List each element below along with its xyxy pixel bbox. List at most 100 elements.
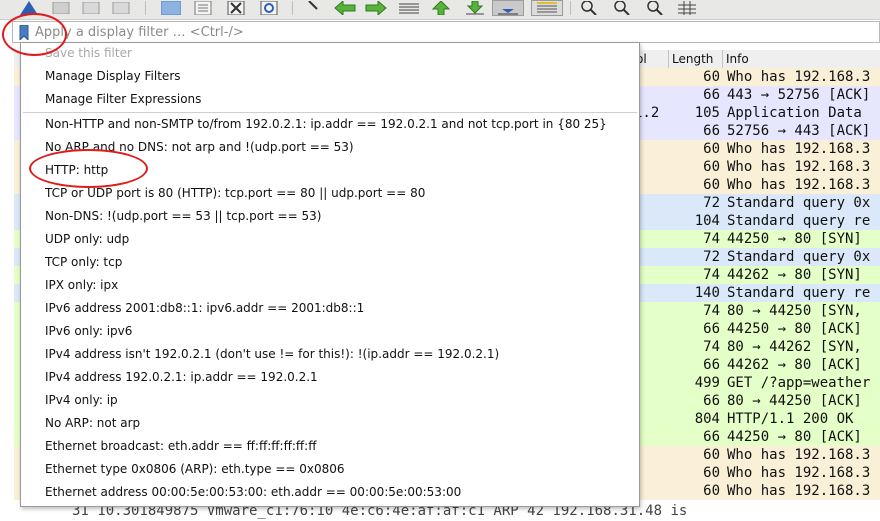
go-back-icon[interactable]	[333, 0, 357, 16]
packet-length: 60	[703, 141, 720, 157]
saved-filter-menu-item[interactable]: Non-DNS: !(udp.port == 53 || tcp.port ==…	[45, 205, 321, 228]
packet-info: 44262 → 80 [ACK]	[727, 357, 862, 373]
manage-display-filters-menu-item[interactable]: Manage Display Filters	[45, 65, 181, 88]
go-to-first-packet-icon[interactable]	[430, 0, 452, 16]
restart-capture-icon[interactable]	[80, 0, 102, 16]
packet-length: 74	[703, 231, 720, 247]
packet-length: 105	[694, 105, 720, 121]
packet-info: 44250 → 80 [ACK]	[727, 429, 862, 445]
packet-info: Who has 192.168.3	[727, 141, 871, 157]
packet-length: 72	[703, 195, 720, 211]
packet-info: Who has 192.168.3	[727, 447, 871, 463]
saved-filter-menu-item[interactable]: IPv6 only: ipv6	[45, 320, 132, 343]
colorize-icon[interactable]	[531, 0, 563, 16]
auto-scroll-icon[interactable]	[492, 0, 524, 16]
saved-filter-menu-item[interactable]: IPv4 only: ip	[45, 389, 118, 412]
packet-length: 804	[694, 411, 720, 427]
filter-bookmark-menu: Save this filter Manage Display Filters …	[20, 42, 640, 507]
packet-info: Who has 192.168.3	[727, 69, 871, 85]
packet-length: 74	[703, 267, 720, 283]
packet-length: 66	[703, 357, 720, 373]
go-forward-icon[interactable]	[364, 0, 388, 16]
packet-length: 104	[694, 213, 720, 229]
packet-info: GET /?app=weather	[727, 375, 871, 391]
packet-info: Standard query re	[727, 285, 871, 301]
bookmark-icon[interactable]	[17, 24, 31, 42]
packet-info: 44250 → 80 [SYN]	[727, 231, 862, 247]
saved-filter-menu-item[interactable]: No ARP and no DNS: not arp and !(udp.por…	[45, 136, 354, 159]
packet-length: 60	[703, 159, 720, 175]
open-file-icon[interactable]	[160, 0, 182, 16]
packet-length: 60	[703, 483, 720, 499]
resize-columns-icon[interactable]	[676, 0, 698, 16]
packet-info: Standard query 0x	[727, 249, 871, 265]
zoom-out-icon[interactable]	[611, 0, 633, 16]
saved-filter-menu-item[interactable]: TCP or UDP port is 80 (HTTP): tcp.port =…	[45, 182, 425, 205]
saved-filter-menu-item[interactable]: UDP only: udp	[45, 228, 129, 251]
saved-filter-menu-item[interactable]: IPv4 address 192.0.2.1: ip.addr == 192.0…	[45, 366, 318, 389]
start-capture-icon[interactable]	[18, 0, 40, 16]
saved-filter-menu-item[interactable]: IPv6 address 2001:db8::1: ipv6.addr == 2…	[45, 297, 364, 320]
zoom-in-icon[interactable]	[578, 0, 600, 16]
saved-filter-menu-item[interactable]: TCP only: tcp	[45, 251, 122, 274]
packet-info: Who has 192.168.3	[727, 483, 871, 499]
manage-filter-expressions-menu-item[interactable]: Manage Filter Expressions	[45, 88, 201, 111]
packet-length: 72	[703, 249, 720, 265]
packet-info: Standard query re	[727, 213, 871, 229]
column-info-header[interactable]: Info	[726, 52, 749, 66]
packet-length: 66	[703, 429, 720, 445]
packet-info: Who has 192.168.3	[727, 177, 871, 193]
save-filter-menu-item: Save this filter	[45, 46, 132, 60]
saved-filter-menu-item[interactable]: Ethernet type 0x0806 (ARP): eth.type == …	[45, 458, 345, 481]
saved-filter-menu-item[interactable]: HTTP: http	[45, 159, 108, 182]
display-filter-input[interactable]	[35, 23, 855, 41]
go-to-last-packet-icon[interactable]	[463, 0, 487, 16]
saved-filter-menu-item[interactable]: IPX only: ipx	[45, 274, 118, 297]
saved-filter-menu-item[interactable]: Ethernet address 00:00:5e:00:53:00: eth.…	[45, 481, 461, 504]
packet-info: 52756 → 443 [ACK]	[727, 123, 871, 139]
normal-size-icon[interactable]	[644, 0, 666, 16]
go-to-packet-icon[interactable]	[397, 0, 421, 16]
saved-filter-menu-item[interactable]: Non-HTTP and non-SMTP to/from 192.0.2.1:…	[45, 113, 607, 136]
packet-info: HTTP/1.1 200 OK	[727, 411, 854, 427]
display-filter-bar	[12, 21, 880, 43]
packet-info: 44250 → 80 [ACK]	[727, 321, 862, 337]
packet-info: Standard query 0x	[727, 195, 871, 211]
packet-info: 80 → 44250 [SYN,	[727, 303, 862, 319]
packet-length: 499	[694, 375, 720, 391]
packet-info: 80 → 44250 [ACK]	[727, 393, 862, 409]
packet-length: 60	[703, 447, 720, 463]
toolbar-separator	[292, 1, 293, 15]
column-length-header[interactable]: Length	[672, 52, 713, 66]
toolbar-separator	[570, 1, 571, 15]
packet-length: 66	[703, 87, 720, 103]
packet-length: 60	[703, 465, 720, 481]
stop-capture-icon[interactable]	[50, 0, 72, 16]
packet-length: 66	[703, 321, 720, 337]
packet-info: 44262 → 80 [SYN]	[727, 267, 862, 283]
packet-length: 74	[703, 303, 720, 319]
packet-info: 80 → 44262 [SYN,	[727, 339, 862, 355]
packet-info: Application Data	[727, 105, 862, 121]
close-file-icon[interactable]	[225, 0, 247, 16]
packet-length: 60	[703, 69, 720, 85]
main-toolbar	[0, 0, 880, 20]
saved-filter-menu-item[interactable]: Ethernet broadcast: eth.addr == ff:ff:ff…	[45, 435, 316, 458]
packet-length: 74	[703, 339, 720, 355]
packet-info: Who has 192.168.3	[727, 465, 871, 481]
packet-length: 60	[703, 177, 720, 193]
packet-length: 66	[703, 123, 720, 139]
reload-file-icon[interactable]	[258, 0, 280, 16]
packet-length: 66	[703, 393, 720, 409]
packet-length: 140	[694, 285, 720, 301]
saved-filter-menu-item[interactable]: IPv4 address isn't 192.0.2.1 (don't use …	[45, 343, 499, 366]
saved-filter-menu-item[interactable]: No ARP: not arp	[45, 412, 140, 435]
column-divider[interactable]	[722, 50, 723, 68]
packet-info: 443 → 52756 [ACK]	[727, 87, 871, 103]
capture-options-icon[interactable]	[110, 0, 132, 16]
find-packet-icon[interactable]	[303, 0, 325, 16]
column-divider[interactable]	[668, 50, 669, 68]
packet-info: Who has 192.168.3	[727, 159, 871, 175]
toolbar-separator	[145, 1, 146, 15]
save-file-icon[interactable]	[192, 0, 214, 16]
